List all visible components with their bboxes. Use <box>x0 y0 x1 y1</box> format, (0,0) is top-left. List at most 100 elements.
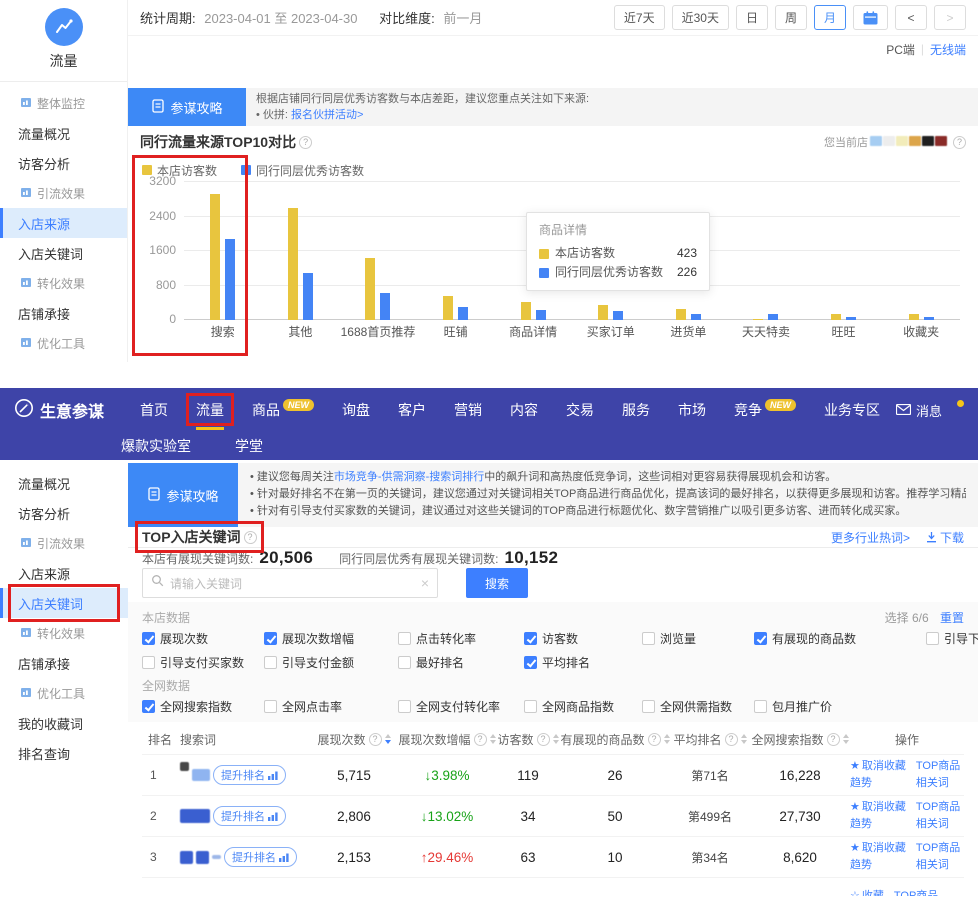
filter-checkbox[interactable]: 全网供需指数 <box>642 698 754 715</box>
filter-checkbox[interactable]: 最好排名 <box>398 654 524 671</box>
filter-checkbox[interactable]: 全网商品指数 <box>524 698 642 715</box>
column-header[interactable]: 展现次数增幅? <box>398 731 496 748</box>
sidebar-item[interactable]: 排名查询 <box>0 738 128 768</box>
bar[interactable] <box>443 296 453 320</box>
bar[interactable] <box>458 307 468 320</box>
nav-item[interactable]: 市场 <box>678 400 706 420</box>
filter-checkbox[interactable]: 展现次数 <box>142 630 264 647</box>
help-icon[interactable]: ? <box>299 136 312 149</box>
help-icon[interactable]: ? <box>953 136 966 149</box>
date-range-button[interactable]: 近30天 <box>672 5 729 30</box>
favorite-toggle[interactable]: ★取消收藏 <box>850 759 906 774</box>
help-icon[interactable]: ? <box>244 531 257 544</box>
filter-checkbox[interactable]: 展现次数增幅 <box>264 630 398 647</box>
filter-checkbox[interactable]: 平均排名 <box>524 654 642 671</box>
app-logo[interactable]: 生意参谋 <box>14 398 104 423</box>
bar[interactable] <box>613 311 623 320</box>
clear-icon[interactable]: × <box>421 575 429 591</box>
top-products-link[interactable]: TOP商品 <box>916 759 960 774</box>
filter-checkbox[interactable]: 全网支付转化率 <box>398 698 524 715</box>
nav-item[interactable]: 交易 <box>566 400 594 420</box>
bar[interactable] <box>831 314 841 320</box>
bar[interactable] <box>924 317 934 320</box>
signup-activity-link[interactable]: 报名伙拼活动> <box>291 109 363 121</box>
boost-rank-button[interactable]: 提升排名 <box>224 847 297 867</box>
advice-link[interactable]: 市场竞争-供需洞察-搜索词排行 <box>334 471 484 483</box>
reset-button[interactable]: 重置 <box>940 611 964 625</box>
favorite-toggle[interactable]: ★取消收藏 <box>850 800 906 815</box>
column-header[interactable]: 全网搜索指数? <box>750 731 850 748</box>
search-button[interactable]: 搜索 <box>466 568 528 598</box>
next-period-button[interactable]: > <box>934 5 966 30</box>
filter-checkbox[interactable]: 全网搜索指数 <box>142 698 264 715</box>
sidebar-item[interactable]: 入店来源 <box>0 558 128 588</box>
favorite-toggle[interactable]: ☆收藏 <box>850 889 884 896</box>
filter-checkbox[interactable]: 全网点击率 <box>264 698 398 715</box>
nav-item[interactable]: 首页 <box>140 400 168 420</box>
top-products-link[interactable]: TOP商品 <box>916 800 960 815</box>
top-products-link[interactable]: TOP商品 <box>916 841 960 856</box>
nav-item[interactable]: 商品NEW <box>252 400 314 420</box>
column-header[interactable]: 有展现的商品数? <box>560 731 670 748</box>
date-range-button[interactable]: 近7天 <box>614 5 665 30</box>
sidebar-item[interactable]: 流量概况 <box>0 118 127 148</box>
keyword-search-input[interactable]: 请输入关键词 × <box>142 568 438 598</box>
sidebar-item[interactable]: 转化效果 <box>0 268 127 298</box>
bar[interactable] <box>380 293 390 320</box>
column-header[interactable]: 平均排名? <box>670 731 750 748</box>
date-range-button[interactable]: 月 <box>814 5 846 30</box>
download-link[interactable]: 下载 <box>926 529 964 546</box>
sidebar-item[interactable]: 访客分析 <box>0 498 128 528</box>
related-words-link[interactable]: 相关词 <box>916 858 960 873</box>
filter-checkbox[interactable]: 引导支付金额 <box>264 654 398 671</box>
filter-checkbox[interactable]: 点击转化率 <box>398 630 524 647</box>
sidebar-item[interactable]: 店铺承接 <box>0 298 127 328</box>
bar[interactable] <box>521 302 531 320</box>
calendar-button[interactable] <box>853 5 888 30</box>
trend-link[interactable]: 趋势 <box>850 858 906 873</box>
nav-item[interactable]: 竞争NEW <box>734 400 796 420</box>
bar[interactable] <box>225 239 235 320</box>
sidebar-item[interactable]: 引流效果 <box>0 528 128 558</box>
nav-item[interactable]: 营销 <box>454 400 482 420</box>
nav-item[interactable]: 客户 <box>398 400 426 420</box>
sidebar-item[interactable]: 店铺承接 <box>0 648 128 678</box>
filter-checkbox[interactable]: 包月推广价 <box>754 698 926 715</box>
bar[interactable] <box>753 319 763 320</box>
column-header[interactable]: 展现次数? <box>310 731 398 748</box>
filter-checkbox[interactable]: 浏览量 <box>642 630 754 647</box>
sidebar-item[interactable]: 优化工具 <box>0 328 127 358</box>
bar[interactable] <box>676 309 686 320</box>
date-range-button[interactable]: 周 <box>775 5 807 30</box>
nav-item-active[interactable]: 流量 <box>196 400 224 420</box>
sidebar-item[interactable]: 入店关键词 <box>0 238 127 268</box>
bar[interactable] <box>691 314 701 320</box>
filter-checkbox[interactable]: 访客数 <box>524 630 642 647</box>
filter-checkbox[interactable]: 引导支付买家数 <box>142 654 264 671</box>
device-tab-wireless[interactable]: 无线端 <box>930 41 966 58</box>
device-tab-pc[interactable]: PC端 <box>886 41 915 58</box>
bar[interactable] <box>536 310 546 320</box>
bar[interactable] <box>768 314 778 320</box>
column-header[interactable]: 访客数? <box>496 731 560 748</box>
bar[interactable] <box>365 258 375 320</box>
date-range-button[interactable]: 日 <box>736 5 768 30</box>
sort-control[interactable] <box>553 734 559 744</box>
bar[interactable] <box>909 314 919 320</box>
sidebar-item[interactable]: 优化工具 <box>0 678 128 708</box>
bar[interactable] <box>288 208 298 320</box>
sidebar-item[interactable]: 引流效果 <box>0 178 127 208</box>
filter-checkbox[interactable]: 引导下单买家数 <box>926 630 978 647</box>
related-words-link[interactable]: 相关词 <box>916 776 960 791</box>
nav-item[interactable]: 服务 <box>622 400 650 420</box>
nav-item[interactable]: 内容 <box>510 400 538 420</box>
sidebar-item[interactable]: 转化效果 <box>0 618 128 648</box>
legend-item[interactable]: 同行同层优秀访客数 <box>241 162 364 179</box>
sidebar-item[interactable]: 访客分析 <box>0 148 127 178</box>
messages-button[interactable]: 消息 <box>896 401 942 420</box>
sort-control[interactable] <box>385 734 391 744</box>
more-industry-words-link[interactable]: 更多行业热词> <box>831 529 910 546</box>
sidebar-selected[interactable]: 入店关键词 <box>0 588 128 618</box>
bar[interactable] <box>303 273 313 320</box>
favorite-toggle[interactable]: ★取消收藏 <box>850 841 906 856</box>
